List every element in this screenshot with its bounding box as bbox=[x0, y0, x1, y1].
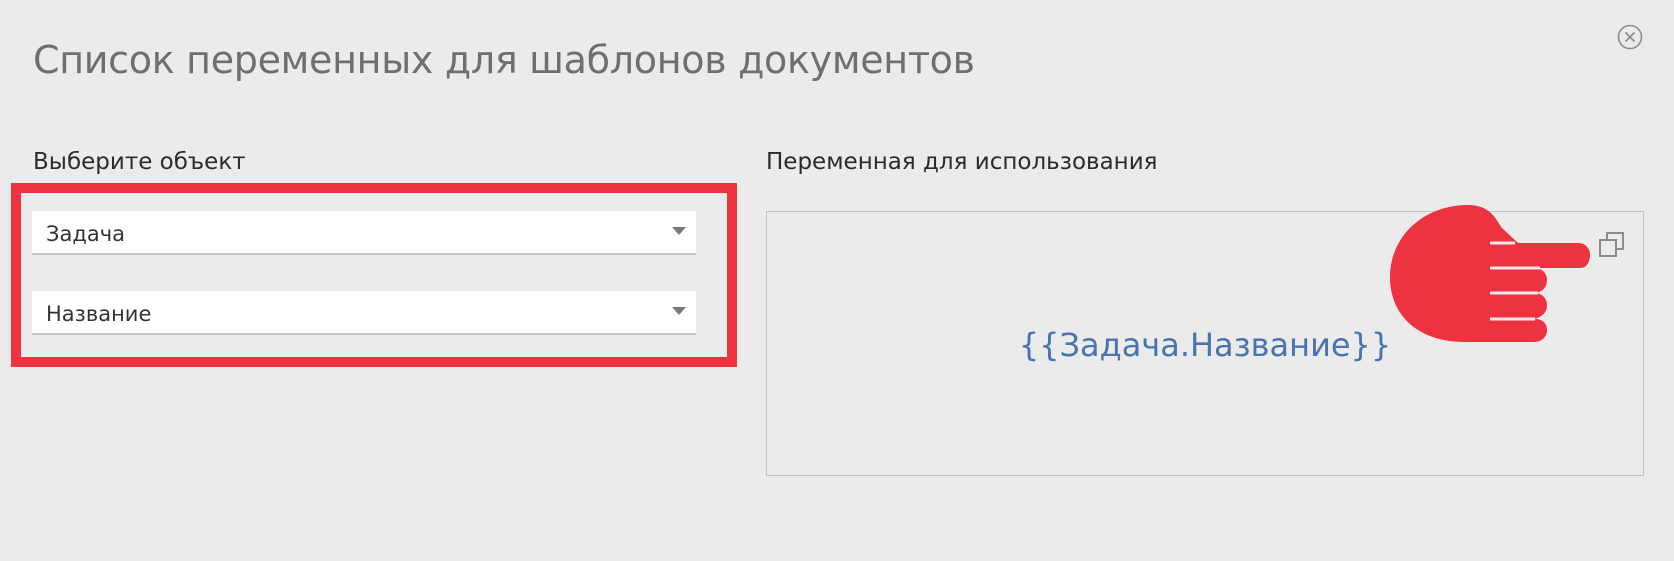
caret-down-icon bbox=[672, 307, 686, 315]
pointing-hand-icon bbox=[1390, 205, 1590, 345]
field-select-value: Название bbox=[46, 302, 152, 326]
object-select-value: Задача bbox=[46, 222, 125, 246]
caret-down-icon bbox=[672, 227, 686, 235]
select-object-label: Выберите объект bbox=[33, 149, 246, 175]
copy-icon[interactable] bbox=[1597, 230, 1627, 260]
dialog-title: Список переменных для шаблонов документо… bbox=[33, 38, 975, 82]
object-select[interactable]: Задача bbox=[32, 211, 696, 255]
close-icon[interactable] bbox=[1617, 24, 1643, 50]
variable-label: Переменная для использования bbox=[766, 149, 1158, 175]
field-select[interactable]: Название bbox=[32, 291, 696, 335]
